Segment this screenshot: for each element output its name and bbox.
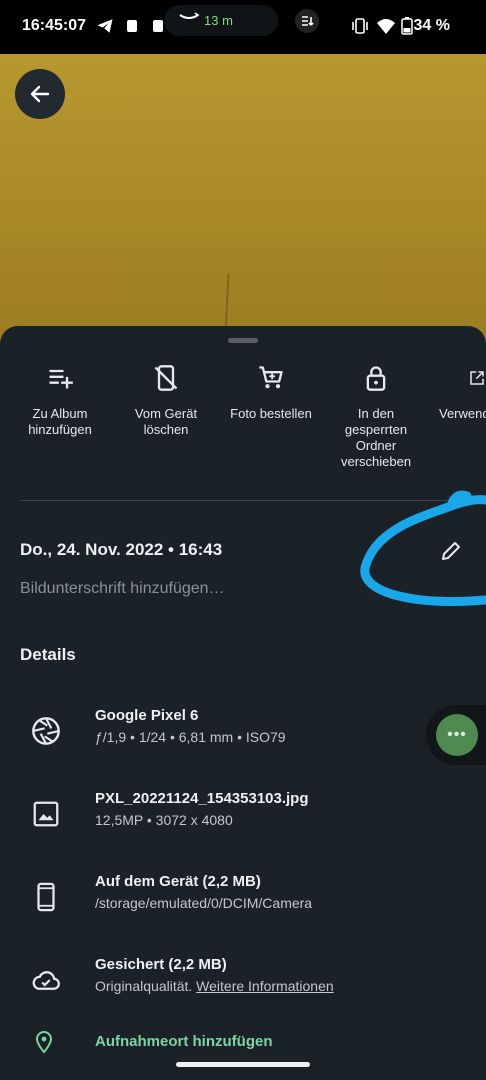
amazon-arrow-icon [179,12,200,19]
cloud-done-icon [32,971,60,990]
camera-settings: ƒ/1,9 • 1/24 • 6,81 mm • ISO79 [95,729,286,745]
back-button[interactable] [15,69,65,119]
photo-texture-crack [224,273,230,335]
status-time: 16:45:07 [22,17,87,34]
notification-icon-2 [153,20,163,32]
status-bar: 16:45:07 13 m 34 % [0,0,486,54]
location-pin-icon [35,1030,53,1054]
file-name: PXL_20221124_154353103.jpg [95,790,309,807]
edit-date-button[interactable] [436,536,466,566]
action-delete-from-device[interactable]: Vom Gerät löschen [111,360,221,438]
action-label: In den gesperrten Ordner verschieben [341,406,412,469]
lock-icon [366,366,386,391]
playlist-add-icon [49,369,73,389]
smartphone-icon [37,882,55,912]
battery-level: 34 % [413,17,450,34]
details-heading: Details [20,645,76,664]
backup-title: Gesichert (2,2 MB) [95,956,227,973]
home-gesture-bar[interactable] [176,1062,310,1067]
detail-backup: Gesichert (2,2 MB) Originalqualität. Wei… [0,956,486,1016]
detail-file[interactable]: PXL_20221124_154353103.jpg 12,5MP • 3072… [0,790,486,850]
action-label: Foto bestellen [230,406,312,421]
photo-preview[interactable] [0,54,486,354]
telegram-icon [97,19,113,33]
cart-icon [259,366,283,389]
wifi-icon [377,19,395,34]
backup-quality-text: Originalqualität. [95,978,193,994]
sheet-drag-handle[interactable] [228,338,258,343]
caption-input[interactable]: Bildunterschrift hinzufügen… [20,580,225,598]
phone-delete-icon [154,365,178,391]
floating-bubble-button[interactable]: ••• [436,714,478,756]
device-storage-title: Auf dem Gerät (2,2 MB) [95,873,261,890]
action-label: Zu Album hinzufügen [28,406,92,437]
camera-model: Google Pixel 6 [95,707,199,724]
battery-icon [401,17,413,35]
file-resolution: 12,5MP • 3072 x 4080 [95,812,233,828]
action-order-photo[interactable]: Foto bestellen [216,360,326,422]
detail-device-storage[interactable]: Auf dem Gerät (2,2 MB) /storage/emulated… [0,873,486,933]
navigation-pill[interactable]: 13 m [164,5,278,36]
action-label: Verwend [439,406,486,421]
backup-quality: Originalqualität. Weitere Informationen [95,978,334,994]
open-external-icon [470,371,484,385]
action-label: Vom Gerät löschen [134,406,198,437]
nav-distance: 13 m [204,13,233,28]
photo-date: Do., 24. Nov. 2022 • 16:43 [20,540,223,559]
action-move-to-locked-folder[interactable]: In den gesperrten Ordner verschieben [321,360,431,470]
vibrate-icon [352,18,368,34]
camera-aperture-icon [32,717,60,745]
image-icon [33,801,59,827]
media-control-icon [295,9,319,33]
more-info-link[interactable]: Weitere Informationen [196,978,333,994]
detail-camera[interactable]: Google Pixel 6 ƒ/1,9 • 1/24 • 6,81 mm • … [0,707,486,767]
action-add-to-album[interactable]: Zu Album hinzufügen [5,360,115,438]
divider [20,500,466,501]
notification-icon [127,20,137,32]
pencil-icon [442,542,460,560]
action-use-as[interactable]: Verwend [426,360,486,422]
device-storage-path: /storage/emulated/0/DCIM/Camera [95,895,313,911]
arrow-back-icon [30,85,50,103]
add-location-button[interactable]: Aufnahmeort hinzufügen [95,1033,272,1050]
